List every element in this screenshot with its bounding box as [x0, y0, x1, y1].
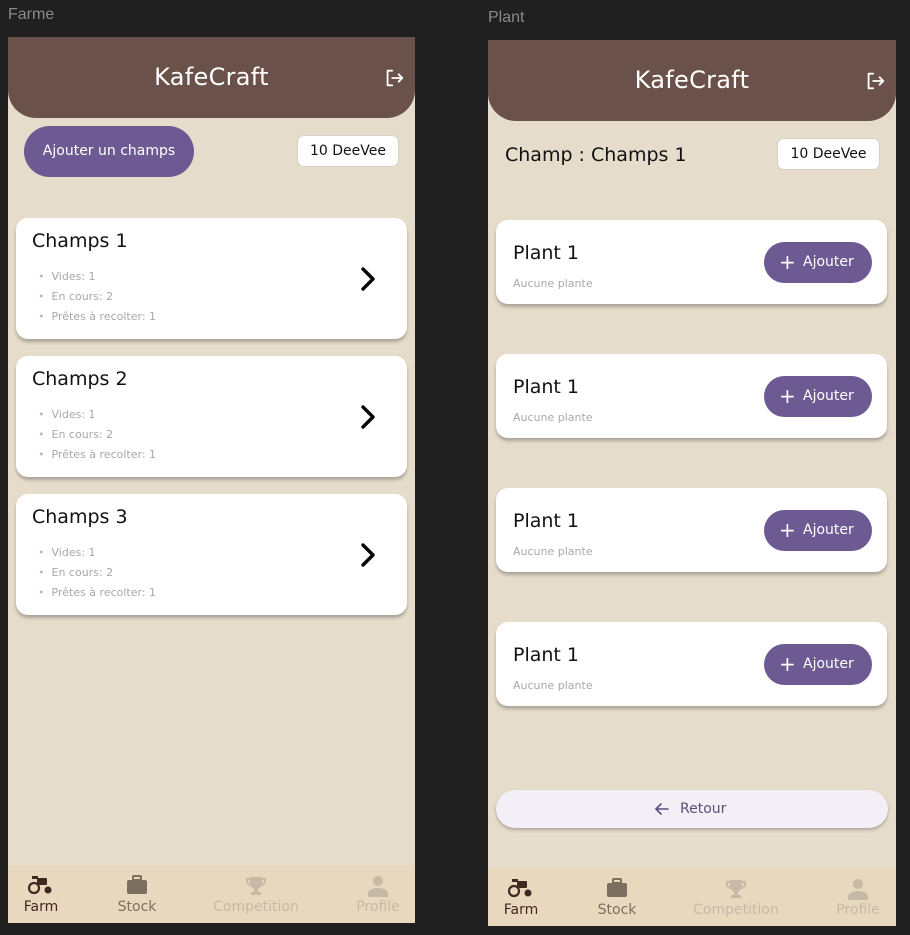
field-stat-ready: Prêtes à recolter: 1 — [38, 586, 157, 606]
plant-name: Plant 1 — [513, 510, 579, 532]
app-bar: KafeCraft — [8, 37, 415, 118]
app-bar: KafeCraft — [488, 40, 896, 121]
field-card[interactable]: Champs 3 Vides: 1 En cours: 2 Prêtes à r… — [16, 494, 407, 615]
nav-item-stock[interactable]: Stock — [592, 868, 642, 926]
back-label: Retour — [680, 801, 727, 817]
frame-label-farm: Farme — [8, 6, 55, 23]
field-stat-empty: Vides: 1 — [38, 270, 156, 290]
add-plant-button[interactable]: + Ajouter — [764, 644, 872, 685]
plant-status: Aucune plante — [513, 679, 593, 692]
plant-status: Aucune plante — [513, 545, 593, 558]
add-field-button[interactable]: Ajouter un champs — [24, 126, 194, 177]
briefcase-icon — [127, 875, 147, 894]
field-title: Champs 2 — [32, 368, 128, 390]
chevron-right-icon[interactable] — [358, 266, 378, 292]
field-stat-in-progress: En cours: 2 — [38, 290, 156, 310]
chevron-right-icon[interactable] — [358, 404, 378, 430]
plus-icon: + — [779, 250, 796, 274]
tractor-icon — [508, 879, 532, 898]
nav-label: Competition — [693, 902, 779, 918]
person-icon — [848, 879, 868, 900]
plant-status: Aucune plante — [513, 277, 593, 290]
app-title: KafeCraft — [154, 63, 269, 91]
nav-item-farm[interactable]: Farm — [16, 865, 66, 923]
logout-icon[interactable] — [864, 70, 886, 92]
nav-item-competition[interactable]: Competition — [211, 865, 301, 923]
nav-label: Profile — [836, 902, 880, 918]
nav-label: Farm — [23, 899, 59, 915]
plant-card: Plant 1 Aucune plante + Ajouter — [496, 220, 887, 304]
field-title: Champs 3 — [32, 506, 128, 528]
chevron-right-icon[interactable] — [358, 542, 378, 568]
nav-item-profile[interactable]: Profile — [833, 868, 883, 926]
add-plant-label: Ajouter — [803, 656, 854, 672]
back-button[interactable]: Retour — [496, 790, 888, 828]
plant-name: Plant 1 — [513, 644, 579, 666]
field-title: Champs 1 — [32, 230, 128, 252]
plus-icon: + — [779, 384, 796, 408]
add-plant-button[interactable]: + Ajouter — [764, 510, 872, 551]
bottom-nav: Farm Stock Competition Profile — [8, 865, 415, 923]
trophy-icon — [246, 877, 266, 895]
nav-label: Stock — [117, 899, 157, 915]
currency-badge: 10 DeeVee — [297, 135, 399, 167]
nav-item-farm[interactable]: Farm — [496, 868, 546, 926]
nav-item-stock[interactable]: Stock — [112, 865, 162, 923]
plant-card: Plant 1 Aucune plante + Ajouter — [496, 354, 887, 438]
trophy-icon — [726, 880, 746, 898]
plant-status: Aucune plante — [513, 411, 593, 424]
tractor-icon — [28, 876, 52, 895]
nav-label: Farm — [503, 902, 539, 918]
field-stat-in-progress: En cours: 2 — [38, 428, 156, 448]
add-plant-button[interactable]: + Ajouter — [764, 376, 872, 417]
field-stat-ready: Prêtes à recolter: 1 — [38, 448, 157, 468]
nav-item-profile[interactable]: Profile — [353, 865, 403, 923]
plant-screen: KafeCraft Champ : Champs 1 10 DeeVee Pla… — [488, 40, 896, 926]
plant-card: Plant 1 Aucune plante + Ajouter — [496, 622, 887, 706]
logout-icon[interactable] — [383, 67, 405, 89]
field-heading: Champ : Champs 1 — [505, 144, 687, 166]
plant-name: Plant 1 — [513, 242, 579, 264]
field-stat-empty: Vides: 1 — [38, 546, 156, 566]
add-plant-button[interactable]: + Ajouter — [764, 242, 872, 283]
field-stats: Vides: 1 En cours: 2 Prêtes à recolter: … — [38, 270, 157, 330]
briefcase-icon — [607, 878, 627, 897]
currency-badge: 10 DeeVee — [777, 138, 880, 170]
plus-icon: + — [779, 518, 796, 542]
add-plant-label: Ajouter — [803, 522, 854, 538]
plant-name: Plant 1 — [513, 376, 579, 398]
bottom-nav: Farm Stock Competition Profile — [488, 868, 896, 926]
field-card[interactable]: Champs 2 Vides: 1 En cours: 2 Prêtes à r… — [16, 356, 407, 477]
nav-label: Stock — [597, 902, 637, 918]
nav-label: Profile — [356, 899, 400, 915]
field-stat-ready: Prêtes à recolter: 1 — [38, 310, 157, 330]
field-card[interactable]: Champs 1 Vides: 1 En cours: 2 Prêtes à r… — [16, 218, 407, 339]
add-plant-label: Ajouter — [803, 388, 854, 404]
farm-screen: KafeCraft Ajouter un champs 10 DeeVee Ch… — [8, 37, 415, 923]
app-title: KafeCraft — [634, 66, 750, 94]
plant-card: Plant 1 Aucune plante + Ajouter — [496, 488, 887, 572]
nav-item-competition[interactable]: Competition — [691, 868, 781, 926]
field-stats: Vides: 1 En cours: 2 Prêtes à recolter: … — [38, 408, 157, 468]
field-stat-empty: Vides: 1 — [38, 408, 156, 428]
arrow-left-icon — [655, 803, 669, 815]
frame-label-plant: Plant — [488, 9, 525, 26]
add-plant-label: Ajouter — [803, 254, 854, 270]
field-stats: Vides: 1 En cours: 2 Prêtes à recolter: … — [38, 546, 157, 606]
field-stat-in-progress: En cours: 2 — [38, 566, 156, 586]
person-icon — [368, 876, 388, 897]
plus-icon: + — [779, 652, 796, 676]
nav-label: Competition — [213, 899, 299, 915]
